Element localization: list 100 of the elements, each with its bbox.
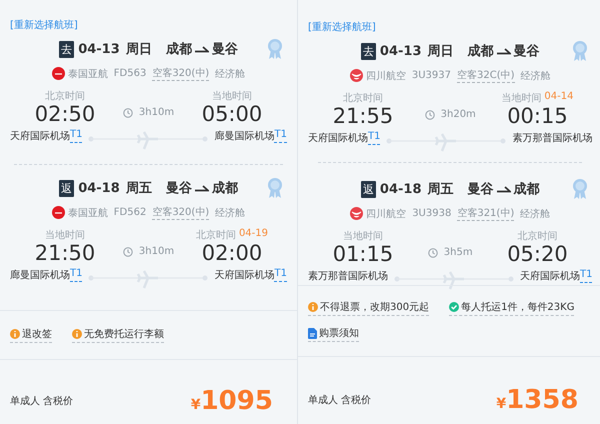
- flight-duration: 3h10m: [138, 107, 174, 118]
- departure-city: 曼谷: [166, 180, 192, 198]
- currency-symbol: ¥: [496, 396, 506, 412]
- airline-logo: [52, 67, 65, 80]
- weekday: 周日: [428, 43, 454, 60]
- info-icon: [308, 302, 318, 312]
- ribbon-medal-icon: [266, 38, 283, 60]
- time-zone-label: 北京时间: [517, 230, 558, 244]
- departure-time: 21:55: [332, 105, 394, 128]
- policy-link[interactable]: 购票须知: [308, 326, 359, 342]
- terminal-link[interactable]: T1: [274, 129, 287, 144]
- flight-date: 04-18: [380, 182, 422, 197]
- price-amount: 1358: [506, 384, 578, 414]
- cabin-class: 经济舱: [520, 208, 550, 221]
- departure-city: 曼谷: [468, 181, 494, 198]
- cabin-class: 经济舱: [215, 68, 246, 80]
- departure-time: 21:50: [34, 242, 96, 266]
- reselect-flight-link[interactable]: [重新选择航班]: [308, 20, 376, 34]
- trip-tag: 返: [59, 180, 74, 197]
- document-icon: [308, 328, 317, 338]
- flight-date: 04-13: [380, 44, 422, 58]
- terminal-link[interactable]: T1: [580, 269, 592, 284]
- time-zone-label: 北京时间: [342, 92, 383, 105]
- flight-number: FD563: [114, 68, 146, 79]
- airport-name: 天府国际机场: [214, 268, 274, 282]
- airport-name: 天府国际机场: [520, 270, 580, 284]
- flight-duration: 3h20m: [440, 109, 476, 120]
- trip-tag: 去: [360, 42, 376, 60]
- airline-logo: [52, 206, 65, 220]
- departure-time: 01:15: [332, 243, 394, 266]
- flight-date: 04-13: [78, 42, 120, 56]
- airline-name: 泰国亚航: [68, 68, 108, 80]
- airline-logo: [350, 207, 364, 220]
- airport-name: 天府国际机场: [10, 130, 70, 144]
- flight-number: FD562: [114, 207, 146, 218]
- aircraft-type[interactable]: 空客320(中): [152, 66, 210, 81]
- policy-link[interactable]: 无免费托运行李额: [72, 327, 164, 343]
- flight-number: 3U3937: [412, 70, 452, 81]
- ribbon-medal-icon: [572, 178, 588, 200]
- clock-icon: [122, 246, 133, 257]
- airport-name: 素万那普国际机场: [512, 132, 592, 146]
- time-zone-label: 北京时间: [196, 228, 236, 242]
- airline-name: 四川航空: [366, 208, 406, 221]
- time-zone-label: 当地时间: [212, 90, 252, 103]
- arrival-city: 曼谷: [514, 43, 540, 60]
- arrival-city: 成都: [514, 181, 540, 198]
- airport-name: 廊曼国际机场: [10, 268, 70, 282]
- terminal-link[interactable]: T1: [70, 129, 82, 144]
- reselect-flight-link[interactable]: [重新选择航班]: [10, 18, 78, 32]
- arrival-city: 曼谷: [212, 41, 238, 58]
- policy-link[interactable]: 不得退票，改期300元起: [308, 300, 430, 316]
- price-amount: 1095: [200, 386, 273, 416]
- check-icon: [449, 302, 460, 312]
- time-zone-label: 当地时间: [501, 92, 542, 105]
- next-day-date: 04-14: [544, 91, 574, 104]
- flight-duration: 3h5m: [444, 247, 473, 258]
- flight-duration: 3h10m: [138, 246, 174, 258]
- airline-name: 四川航空: [366, 70, 406, 82]
- info-icon: [72, 329, 82, 339]
- currency-symbol: ¥: [190, 397, 201, 413]
- aircraft-type[interactable]: 空客32C(中): [457, 68, 515, 83]
- aircraft-type[interactable]: 空客320(中): [152, 205, 210, 220]
- policy-link[interactable]: 退改签: [10, 327, 52, 343]
- departure-city: 成都: [468, 43, 494, 60]
- aircraft-type[interactable]: 空客321(中): [457, 206, 514, 222]
- time-zone-label: 当地时间: [342, 230, 383, 244]
- price-label: 单成人 含税价: [10, 394, 74, 408]
- weekday: 周日: [126, 41, 152, 58]
- terminal-link[interactable]: T1: [274, 268, 287, 282]
- terminal-link[interactable]: T1: [70, 268, 82, 282]
- ribbon-medal-icon: [266, 177, 283, 200]
- arrival-city: 成都: [212, 180, 238, 198]
- airline-logo: [350, 69, 363, 82]
- arrival-time: 02:00: [202, 242, 262, 266]
- clock-icon: [428, 248, 438, 258]
- arrival-time: 00:15: [507, 105, 568, 128]
- policy-link[interactable]: 每人托运1件，每件23KG: [449, 300, 574, 316]
- trip-tag: 返: [360, 180, 376, 198]
- flight-date: 04-18: [78, 180, 120, 196]
- airport-name: 廊曼国际机场: [214, 130, 274, 144]
- info-icon: [10, 329, 20, 339]
- departure-city: 成都: [166, 41, 192, 58]
- time-zone-label: 当地时间: [45, 228, 85, 242]
- weekday: 周五: [428, 181, 454, 198]
- arrival-time: 05:20: [507, 243, 568, 266]
- airport-name: 天府国际机场: [308, 132, 368, 146]
- cabin-class: 经济舱: [215, 206, 246, 220]
- time-zone-label: 北京时间: [45, 90, 85, 103]
- flight-number: 3U3938: [412, 208, 452, 220]
- weekday: 周五: [126, 180, 152, 198]
- trip-tag: 去: [59, 40, 74, 58]
- airline-name: 泰国亚航: [68, 206, 108, 220]
- departure-time: 02:50: [34, 103, 96, 126]
- price-label: 单成人 含税价: [308, 394, 372, 406]
- airport-name: 素万那普国际机场: [308, 270, 388, 284]
- terminal-link[interactable]: T1: [368, 131, 380, 146]
- clock-icon: [122, 108, 133, 118]
- cabin-class: 经济舱: [520, 70, 551, 82]
- arrival-time: 05:00: [202, 103, 262, 126]
- next-day-date: 04-19: [238, 228, 268, 242]
